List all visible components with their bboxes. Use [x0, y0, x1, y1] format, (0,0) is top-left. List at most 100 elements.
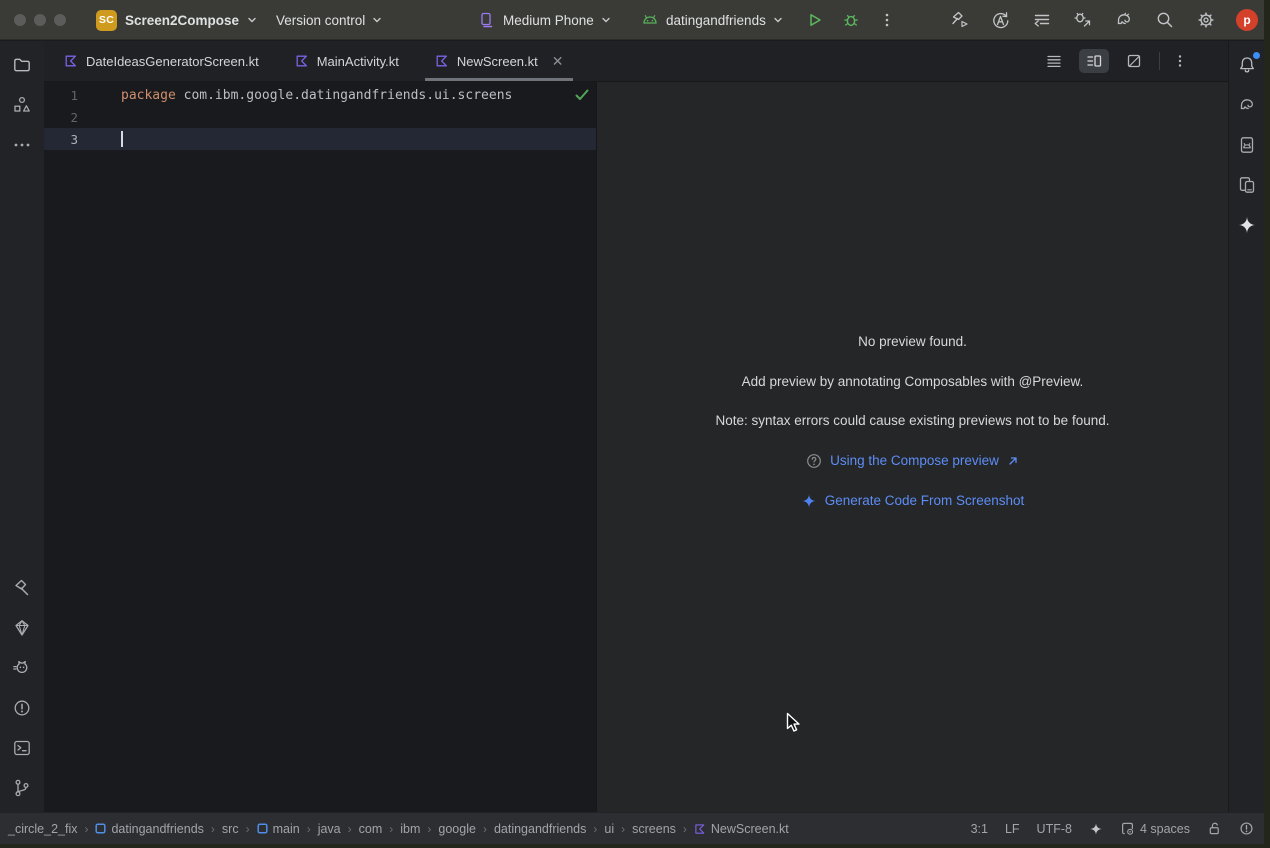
project-tool-window-button[interactable]	[6, 49, 38, 81]
breadcrumb-item[interactable]: ui	[604, 822, 614, 836]
problems-tool-window-button[interactable]	[6, 692, 38, 724]
ai-actions-button[interactable]	[990, 9, 1012, 31]
debug-button[interactable]	[840, 9, 862, 31]
compose-preview-panel: No preview found. Add preview by annotat…	[596, 82, 1228, 812]
breadcrumb-item[interactable]: datingandfriends	[494, 822, 586, 836]
breadcrumb-item[interactable]: main	[273, 822, 300, 836]
notification-dot	[1253, 52, 1260, 59]
run-icon	[806, 11, 824, 29]
chevron-down-icon	[372, 15, 382, 25]
run-button[interactable]	[804, 9, 826, 31]
breadcrumb[interactable]: _circle_2_fix› datingandfriends› src› ma…	[8, 822, 789, 836]
design-view-icon	[1126, 53, 1142, 69]
caret-position-widget[interactable]: 3:1	[971, 822, 988, 836]
ai-sparkle-icon	[1089, 822, 1103, 836]
design-view-button[interactable]	[1119, 49, 1149, 73]
breadcrumb-item[interactable]: screens	[632, 822, 676, 836]
indent-widget[interactable]: 4 spaces	[1120, 821, 1190, 836]
breadcrumb-item[interactable]: java	[318, 822, 341, 836]
tab-newscreen[interactable]: NewScreen.kt ✕	[425, 41, 574, 81]
generate-code-from-screenshot-link[interactable]: Generate Code From Screenshot	[801, 493, 1025, 509]
project-widget[interactable]: SC Screen2Compose	[96, 0, 257, 40]
close-window-button[interactable]	[14, 14, 26, 26]
chevron-down-icon	[601, 15, 611, 25]
gemini-tool-window-button[interactable]	[1231, 209, 1263, 241]
tab-mainactivity[interactable]: MainActivity.kt	[285, 41, 409, 81]
kotlin-file-icon	[435, 54, 449, 68]
logcat-tool-window-button[interactable]	[6, 652, 38, 684]
link-label: Using the Compose preview	[830, 453, 999, 468]
breadcrumb-item[interactable]: _circle_2_fix	[8, 822, 77, 836]
minimize-window-button[interactable]	[34, 14, 46, 26]
more-run-options-button[interactable]	[876, 9, 898, 31]
app-quality-insights-button[interactable]	[6, 612, 38, 644]
terminal-icon	[12, 738, 32, 758]
breadcrumb-item[interactable]: ibm	[400, 822, 420, 836]
line-number: 3	[44, 132, 78, 147]
write-access-widget[interactable]	[1207, 821, 1222, 836]
android-icon	[641, 11, 659, 29]
build-button[interactable]	[949, 9, 971, 31]
kebab-menu-icon	[879, 12, 895, 28]
running-devices-button[interactable]	[1231, 169, 1263, 201]
close-tab-icon[interactable]: ✕	[552, 54, 564, 68]
encoding-widget[interactable]: UTF-8	[1037, 822, 1072, 836]
device-selector[interactable]: Medium Phone	[478, 0, 611, 40]
ai-status-widget[interactable]	[1089, 822, 1103, 836]
more-tool-windows-button[interactable]	[6, 129, 38, 161]
tab-dateideasgeneratorscreen[interactable]: DateIdeasGeneratorScreen.kt	[54, 41, 269, 81]
code-view-button[interactable]	[1039, 49, 1069, 73]
run-configuration-name: datingandfriends	[666, 13, 766, 28]
git-branch-icon	[12, 778, 32, 798]
profile-avatar[interactable]: p	[1236, 9, 1258, 31]
indent-config-icon	[1120, 821, 1135, 836]
gradle-sync-button[interactable]	[1113, 9, 1135, 31]
gear-icon	[1196, 10, 1216, 30]
ai-actions-icon	[991, 10, 1011, 30]
search-everywhere-button[interactable]	[1154, 9, 1176, 31]
attach-debugger-button[interactable]	[1072, 9, 1094, 31]
terminal-tool-window-button[interactable]	[6, 732, 38, 764]
project-badge: SC	[96, 10, 117, 31]
structure-tool-window-button[interactable]	[6, 89, 38, 121]
device-stream-icon	[1032, 10, 1052, 30]
breadcrumb-item[interactable]: src	[222, 822, 239, 836]
module-icon	[95, 823, 106, 834]
running-devices-icon	[1237, 175, 1257, 195]
editor-tab-bar: DateIdeasGeneratorScreen.kt MainActivity…	[44, 41, 1228, 82]
tab-label: NewScreen.kt	[457, 54, 538, 69]
split-view-button[interactable]	[1079, 49, 1109, 73]
device-name: Medium Phone	[503, 13, 594, 28]
breadcrumb-item[interactable]: google	[438, 822, 476, 836]
breadcrumb-item[interactable]: datingandfriends	[111, 822, 203, 836]
breadcrumb-item[interactable]: NewScreen.kt	[711, 822, 789, 836]
settings-button[interactable]	[1195, 9, 1217, 31]
build-tool-window-button[interactable]	[6, 572, 38, 604]
line-separator-widget[interactable]: LF	[1005, 822, 1020, 836]
version-control-tool-window-button[interactable]	[6, 772, 38, 804]
code-line-1: 1 package com.ibm.google.datingandfriend…	[44, 84, 596, 106]
tab-label: DateIdeasGeneratorScreen.kt	[86, 54, 259, 69]
inspections-ok-checkmark-icon[interactable]	[574, 88, 590, 102]
ai-sparkle-icon	[801, 493, 817, 509]
gradle-elephant-icon	[1237, 95, 1257, 115]
version-control-widget[interactable]: Version control	[276, 0, 382, 40]
split-view-icon	[1086, 53, 1102, 69]
notifications-button[interactable]	[1231, 49, 1263, 81]
right-tool-stripe	[1228, 41, 1264, 812]
breadcrumb-item[interactable]: com	[359, 822, 383, 836]
zoom-window-button[interactable]	[54, 14, 66, 26]
structure-icon	[12, 95, 32, 115]
status-bar: _circle_2_fix› datingandfriends› src› ma…	[0, 812, 1264, 844]
editor-options-button[interactable]	[1170, 49, 1190, 73]
run-configuration-selector[interactable]: datingandfriends	[641, 0, 783, 40]
running-devices-toolbar-button[interactable]	[1031, 9, 1053, 31]
code-editor[interactable]: 1 package com.ibm.google.datingandfriend…	[44, 82, 596, 812]
chevron-down-icon	[773, 15, 783, 25]
device-manager-button[interactable]	[1231, 129, 1263, 161]
ellipsis-icon	[12, 135, 32, 155]
attach-debugger-icon	[1073, 10, 1093, 30]
gradle-tool-window-button[interactable]	[1231, 89, 1263, 121]
compose-preview-docs-link[interactable]: Using the Compose preview	[806, 453, 1019, 469]
inspection-status-widget[interactable]	[1239, 821, 1254, 836]
